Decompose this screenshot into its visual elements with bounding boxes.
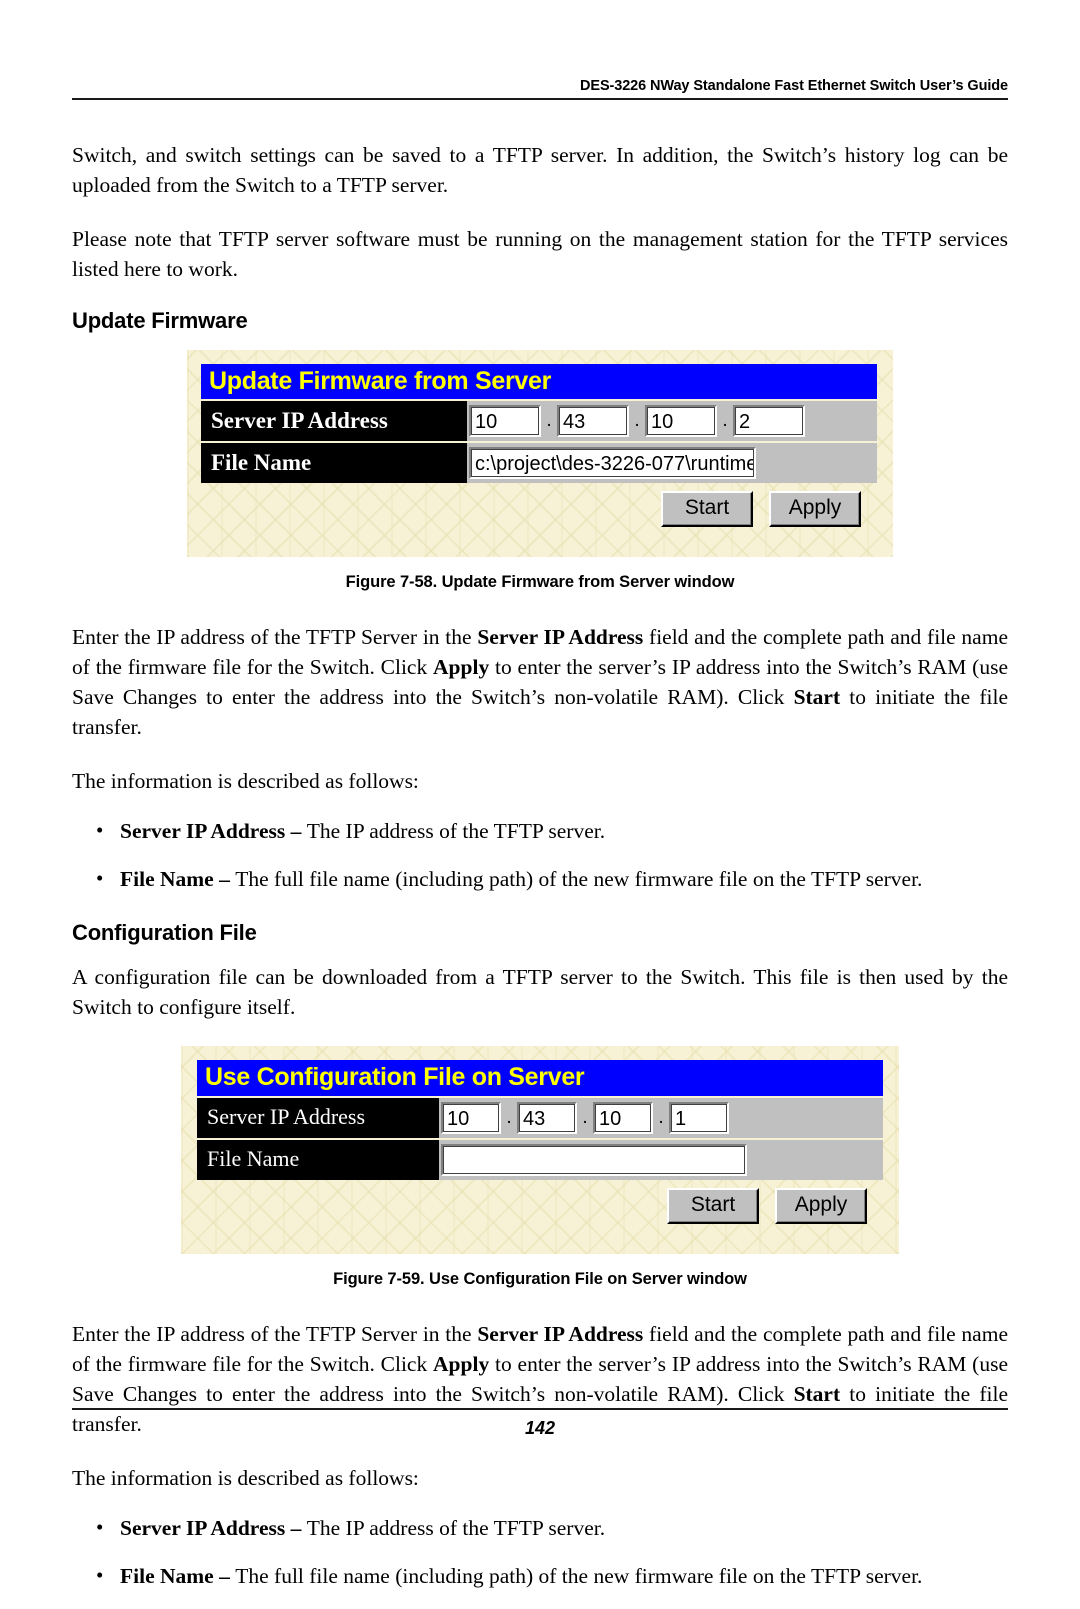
desc-bold-apply: Apply xyxy=(433,1351,490,1376)
ip-separator-3: . xyxy=(658,1106,664,1128)
server-ip-address-row: Server IP Address 10 . 43 . 10 . 2 xyxy=(201,399,877,442)
bullet-term: File Name xyxy=(120,867,214,892)
bullet-glyph: • xyxy=(96,1562,104,1587)
update-firmware-described-as-follows: The information is described as follows: xyxy=(72,769,419,794)
dialog-button-bar: Start Apply xyxy=(201,483,877,537)
desc-part-1: Enter the IP address of the TFTP Server … xyxy=(72,625,478,650)
figure-caption-7-58: Figure 7-58. Update Firmware from Server… xyxy=(345,573,735,592)
header-title: DES-3226 NWay Standalone Fast Ethernet S… xyxy=(580,78,1008,94)
bullet-glyph: • xyxy=(96,818,104,843)
file-name-label: File Name xyxy=(201,443,467,484)
bullet-term: Server IP Address xyxy=(120,819,286,844)
file-name-row: File Name xyxy=(197,1137,883,1180)
server-ip-address-row: Server IP Address 10 . 43 . 10 . 1 xyxy=(197,1095,883,1138)
ip-octet-1-input[interactable]: 10 xyxy=(441,1101,501,1134)
ip-octet-1-input[interactable]: 10 xyxy=(469,405,541,438)
desc-part-1: Enter the IP address of the TFTP Server … xyxy=(72,1321,478,1346)
ip-separator-1: . xyxy=(546,410,552,432)
ip-octet-3-input[interactable]: 10 xyxy=(593,1101,653,1134)
apply-button[interactable]: Apply xyxy=(775,1187,867,1224)
file-name-row: File Name c:\project\des-3226-077\runtim… xyxy=(201,441,877,484)
use-configuration-file-dialog: Use Configuration File on Server Server … xyxy=(181,1046,899,1253)
figure-caption-7-59: Figure 7-59. Use Configuration File on S… xyxy=(333,1269,747,1288)
ip-separator-1: . xyxy=(506,1106,512,1128)
update-firmware-description: Enter the IP address of the TFTP Server … xyxy=(72,622,1008,742)
desc-bold-start: Start xyxy=(793,685,841,710)
bullet-glyph: • xyxy=(96,1514,104,1539)
desc-bold-server-ip: Server IP Address xyxy=(477,1321,644,1346)
section-heading-update-firmware: Update Firmware xyxy=(72,308,248,333)
server-ip-address-label: Server IP Address xyxy=(201,401,467,442)
configuration-file-described-as-follows: The information is described as follows: xyxy=(72,1465,419,1490)
configuration-file-intro: A configuration file can be downloaded f… xyxy=(72,965,1008,1020)
bullet-text: The full file name (including path) of t… xyxy=(235,1563,923,1588)
server-ip-address-field-group: 10 . 43 . 10 . 1 xyxy=(439,1097,883,1138)
desc-bold-start: Start xyxy=(793,1381,841,1406)
dialog-button-bar: Start Apply xyxy=(197,1180,883,1234)
ip-separator-3: . xyxy=(722,410,728,432)
configuration-file-bullet-list: • Server IP Address – The IP address of t… xyxy=(72,1513,1008,1591)
list-item: • Server IP Address – The IP address of t… xyxy=(72,816,1008,846)
intro-paragraph-2: Please note that TFTP server software mu… xyxy=(72,227,1008,281)
bullet-text: The IP address of the TFTP server. xyxy=(306,819,606,844)
ip-separator-2: . xyxy=(634,410,640,432)
ip-separator-2: . xyxy=(582,1106,588,1128)
file-name-field-group xyxy=(439,1139,883,1180)
document-page: DES-3226 NWay Standalone Fast Ethernet S… xyxy=(0,0,1080,1588)
file-name-field-group: c:\project\des-3226-077\runtime\ir xyxy=(467,443,877,484)
bullet-glyph: • xyxy=(96,866,104,891)
ip-octet-4-input[interactable]: 2 xyxy=(733,405,805,438)
page-footer: 142 xyxy=(72,1408,1008,1439)
ip-octet-4-input[interactable]: 1 xyxy=(669,1101,729,1134)
apply-button[interactable]: Apply xyxy=(769,491,861,528)
file-name-label: File Name xyxy=(197,1139,439,1180)
bullet-dash: – xyxy=(213,1563,236,1588)
dialog-title-text: Update Firmware from Server xyxy=(209,367,552,395)
update-firmware-dialog: Update Firmware from Server Server IP Ad… xyxy=(187,350,893,557)
start-button[interactable]: Start xyxy=(667,1187,759,1224)
ip-octet-2-input[interactable]: 43 xyxy=(557,405,629,438)
file-name-input[interactable]: c:\project\des-3226-077\runtime\ir xyxy=(469,447,756,480)
file-name-input[interactable] xyxy=(441,1143,747,1176)
ip-octet-2-input[interactable]: 43 xyxy=(517,1101,577,1134)
list-item: • File Name – The full file name (includi… xyxy=(72,1561,1008,1591)
dialog-title-bar: Use Configuration File on Server xyxy=(197,1060,883,1096)
page-number: 142 xyxy=(524,1418,556,1438)
bullet-term: File Name xyxy=(120,1563,214,1588)
dialog-title-bar: Update Firmware from Server xyxy=(201,364,877,400)
page-header: DES-3226 NWay Standalone Fast Ethernet S… xyxy=(72,78,1008,100)
start-button[interactable]: Start xyxy=(661,491,753,528)
intro-paragraph-1: Switch, and switch settings can be saved… xyxy=(72,143,1008,197)
list-item: • File Name – The full file name (includi… xyxy=(72,864,1008,894)
bullet-text: The full file name (including path) of t… xyxy=(235,867,923,892)
desc-bold-apply: Apply xyxy=(433,655,490,680)
server-ip-address-field-group: 10 . 43 . 10 . 2 xyxy=(467,401,877,442)
section-heading-configuration-file: Configuration File xyxy=(72,920,257,946)
bullet-dash: – xyxy=(285,819,307,844)
header-divider xyxy=(72,98,1008,100)
update-firmware-bullet-list: • Server IP Address – The IP address of t… xyxy=(72,816,1008,894)
page-content: Switch, and switch settings can be saved… xyxy=(72,140,1008,1609)
ip-octet-3-input[interactable]: 10 xyxy=(645,405,717,438)
dialog-title-text: Use Configuration File on Server xyxy=(205,1063,585,1092)
bullet-dash: – xyxy=(213,867,236,892)
desc-bold-server-ip: Server IP Address xyxy=(477,625,644,650)
server-ip-address-label: Server IP Address xyxy=(197,1097,439,1138)
